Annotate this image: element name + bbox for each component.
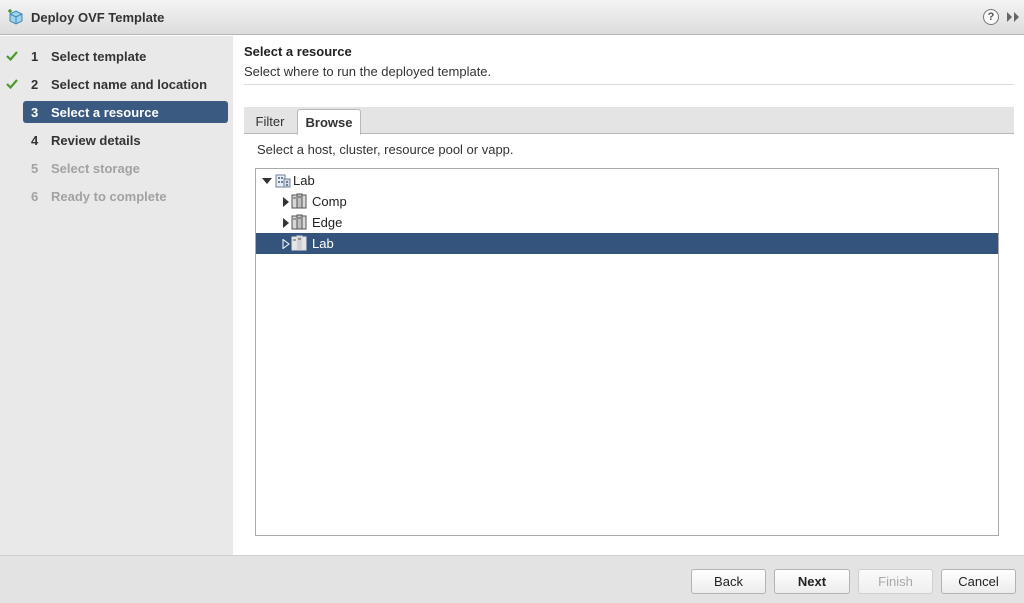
title-bar: Deploy OVF Template ? — [0, 0, 1024, 35]
help-button[interactable]: ? — [983, 9, 999, 25]
wizard-steps-panel: 1 Select template 2 Select name and loca… — [0, 36, 233, 555]
section-divider — [244, 84, 1014, 85]
main-panel: Select a resource Select where to run th… — [233, 36, 1024, 555]
wizard-step-select-resource[interactable]: 3 Select a resource — [23, 101, 228, 123]
wizard-step-ready-to-complete: 6 Ready to complete — [31, 188, 167, 204]
wizard-step-select-name-location[interactable]: 2 Select name and location — [23, 73, 228, 95]
tree-node-label: Comp — [312, 194, 347, 209]
cancel-button[interactable]: Cancel — [941, 569, 1016, 594]
back-button[interactable]: Back — [691, 569, 766, 594]
tab-browse[interactable]: Browse — [297, 109, 361, 135]
collapsed-arrow-icon[interactable] — [281, 218, 291, 228]
tree-row-cluster-lab-selected[interactable]: Lab — [256, 233, 998, 254]
tab-filter[interactable]: Filter — [244, 109, 296, 134]
datacenter-icon — [275, 174, 291, 188]
footer-bar: Back Next Finish Cancel — [0, 555, 1024, 603]
tree-node-label: Lab — [312, 236, 334, 251]
ovf-template-icon — [8, 9, 23, 25]
expanded-arrow-icon[interactable] — [262, 176, 272, 186]
finish-button: Finish — [858, 569, 933, 594]
expand-icon[interactable] — [1006, 11, 1020, 23]
collapsed-arrow-icon[interactable] — [281, 239, 291, 249]
tree-row-cluster-edge[interactable]: Edge — [256, 212, 998, 233]
cluster-icon — [291, 214, 307, 230]
wizard-step-review-details[interactable]: 4 Review details — [23, 129, 228, 151]
tree-row-datacenter-lab[interactable]: Lab — [256, 170, 998, 191]
window-title: Deploy OVF Template — [31, 10, 165, 25]
next-button[interactable]: Next — [774, 569, 850, 594]
step-1-check-icon — [6, 51, 18, 62]
section-subtitle: Select where to run the deployed templat… — [244, 64, 492, 79]
cluster-icon — [291, 193, 307, 209]
tree-row-cluster-comp[interactable]: Comp — [256, 191, 998, 212]
cluster-icon — [291, 235, 307, 251]
section-title: Select a resource — [244, 44, 352, 59]
help-icon: ? — [987, 10, 995, 23]
tree-node-label: Edge — [312, 215, 343, 230]
wizard-step-select-storage: 5 Select storage — [31, 160, 140, 176]
collapsed-arrow-icon[interactable] — [281, 197, 291, 207]
tree-node-label: Lab — [293, 173, 315, 188]
resource-tree[interactable]: Lab Comp Edge Lab — [255, 168, 999, 536]
browse-hint: Select a host, cluster, resource pool or… — [257, 142, 514, 157]
tab-bar: Filter Browse — [244, 107, 1014, 135]
wizard-step-select-template[interactable]: 1 Select template — [23, 45, 228, 67]
step-2-check-icon — [6, 79, 18, 90]
